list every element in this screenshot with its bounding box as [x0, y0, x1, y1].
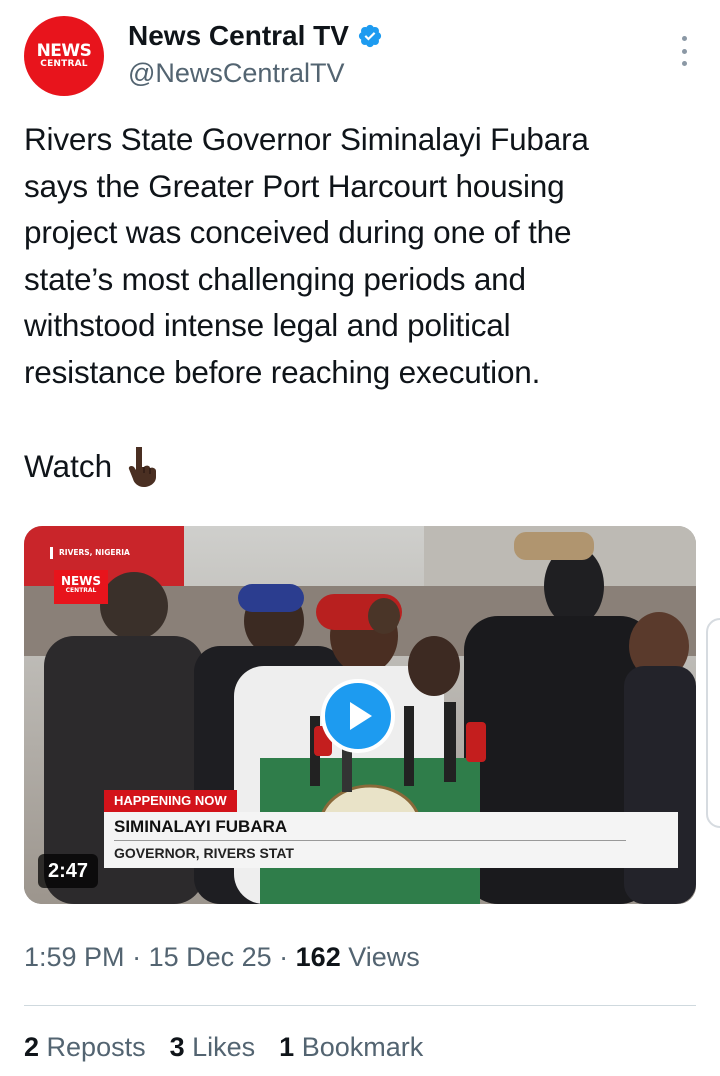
tweet-text: Rivers State Governor Siminalayi Fubara … [24, 121, 589, 390]
bookmarks-stat[interactable]: 1 Bookmark [279, 1032, 423, 1063]
video-logo-text-top: NEWS [60, 574, 102, 588]
lower-third-title: GOVERNOR, RIVERS STAT [114, 845, 294, 861]
display-name[interactable]: News Central TV [128, 20, 349, 52]
reposts-label: Reposts [39, 1032, 146, 1062]
avatar-logo-text-top: NEWS [36, 40, 92, 61]
engagement-stats: 2 Reposts 3 Likes 1 Bookmark [24, 1032, 447, 1063]
account-handle[interactable]: @NewsCentralTV [128, 58, 344, 89]
bookmarks-label: Bookmark [294, 1032, 424, 1062]
lower-third-name: SIMINALAYI FUBARA [114, 817, 288, 836]
more-dot [681, 61, 687, 66]
likes-label: Likes [184, 1032, 256, 1062]
video-location-tag: RIVERS, NIGERIA [50, 547, 130, 559]
bookmarks-count: 1 [279, 1032, 295, 1062]
watch-label: Watch [24, 448, 113, 484]
meta-separator: · [271, 942, 296, 972]
play-icon [350, 702, 372, 730]
more-dot [681, 36, 687, 41]
watch-row: Watch [24, 440, 158, 492]
likes-count: 3 [169, 1032, 185, 1062]
avatar[interactable]: NEWS CENTRAL [24, 16, 104, 96]
tweet-meta: 1:59 PM · 15 Dec 25 · 162 Views [24, 942, 420, 973]
more-vertical-icon[interactable] [678, 36, 690, 66]
views-label: Views [340, 942, 420, 972]
tweet-header: NEWS CENTRAL News Central TV @NewsCentra… [24, 16, 696, 98]
meta-separator: · [124, 942, 149, 972]
side-panel-handle[interactable] [706, 618, 720, 828]
reposts-stat[interactable]: 2 Reposts [24, 1032, 146, 1063]
video-duration: 2:47 [38, 854, 99, 888]
tweet-date[interactable]: 15 Dec 25 [149, 942, 272, 972]
more-dot [681, 48, 687, 54]
pointing-down-hand-icon [128, 447, 157, 487]
likes-stat[interactable]: 3 Likes [170, 1032, 256, 1063]
lower-third-tag: HAPPENING NOW [104, 790, 237, 812]
verified-badge-icon [358, 24, 382, 48]
play-button[interactable] [321, 679, 395, 753]
name-row: News Central TV [128, 20, 383, 52]
reposts-count: 2 [24, 1032, 40, 1062]
video-channel-logo: NEWS CENTRAL [54, 570, 108, 604]
video-player[interactable]: RIVERS, NIGERIA NEWS CENTRAL HAPPENING N… [24, 526, 696, 904]
divider [24, 1005, 696, 1006]
views-count: 162 [295, 942, 341, 972]
lower-third-divider [114, 840, 626, 841]
tweet-time[interactable]: 1:59 PM [24, 942, 125, 972]
video-logo-text-bottom: CENTRAL [65, 587, 97, 594]
avatar-logo-text-bottom: CENTRAL [40, 58, 88, 69]
